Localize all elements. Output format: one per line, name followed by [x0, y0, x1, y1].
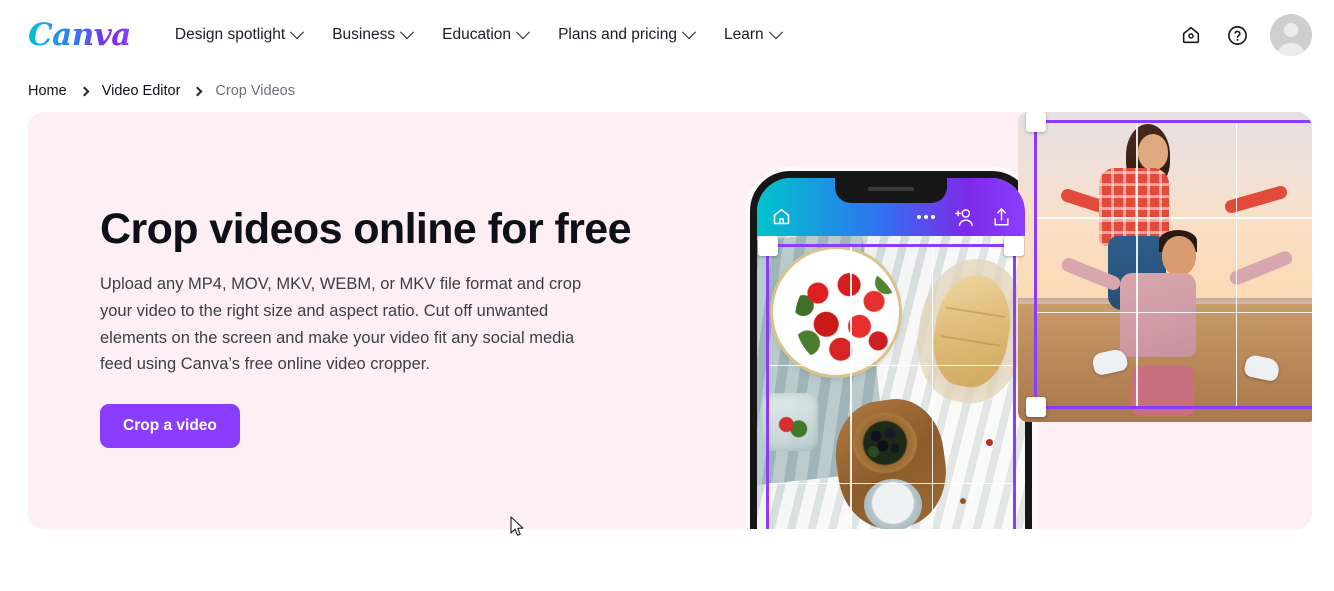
nav-item-learn[interactable]: Learn [723, 25, 783, 44]
share-upload-icon[interactable] [992, 207, 1011, 227]
nav-item-business[interactable]: Business [332, 25, 415, 44]
food-photo-white-bowl [864, 478, 923, 529]
home-button[interactable] [1178, 22, 1204, 48]
beach-photo-man-pants [1132, 366, 1194, 417]
hero-description: Upload any MP4, MOV, MKV, WEBM, or MKV f… [100, 275, 582, 374]
avatar[interactable] [1270, 14, 1312, 56]
nav-label: Education [442, 26, 512, 43]
phone-notch [835, 178, 947, 203]
site-header: Canva Design spotlight Business Educatio… [0, 0, 1334, 70]
phone-mockup [750, 171, 1032, 529]
nav-label: Design spotlight [174, 26, 286, 43]
nav-item-design-spotlight[interactable]: Design spotlight [174, 25, 305, 44]
beach-photo-woman-shirt [1099, 167, 1169, 246]
more-dots-icon[interactable] [916, 214, 936, 220]
chevron-right-icon [79, 86, 90, 96]
home-icon[interactable] [771, 206, 792, 227]
beach-photo-man-head [1162, 236, 1196, 276]
main-nav: Design spotlight Business Education Plan… [174, 25, 783, 44]
nav-label: Learn [723, 26, 764, 43]
breadcrumb-item-home[interactable]: Home [28, 83, 67, 99]
chevron-down-icon [290, 25, 305, 40]
header-actions [1178, 14, 1312, 56]
beach-photo-man-shirt [1120, 273, 1196, 358]
nav-item-education[interactable]: Education [442, 25, 531, 44]
nav-label: Business [332, 26, 396, 43]
hero-section: Crop videos online for free Upload any M… [28, 112, 1312, 529]
chevron-right-icon [192, 86, 203, 96]
chevron-down-icon [400, 25, 415, 40]
nav-label: Plans and pricing [558, 26, 677, 43]
phone-toolbar-actions [916, 207, 1011, 227]
hero-text-block: Crop videos online for free Upload any M… [100, 205, 640, 449]
canva-logo[interactable]: Canva [28, 17, 131, 53]
breadcrumb: Home Video Editor Crop Videos [0, 70, 1334, 112]
add-collaborator-icon[interactable] [953, 208, 975, 227]
breadcrumb-item-video-editor[interactable]: Video Editor [102, 83, 181, 99]
nav-item-plans-and-pricing[interactable]: Plans and pricing [558, 25, 697, 44]
phone-video-preview [757, 236, 1025, 529]
beach-photo-card [1018, 112, 1312, 422]
help-button[interactable] [1224, 22, 1250, 48]
avatar-silhouette-icon [1270, 14, 1312, 56]
chevron-down-icon [768, 25, 783, 40]
food-photo-strawberries [794, 265, 899, 370]
page-title: Crop videos online for free [100, 205, 632, 253]
home-icon [1182, 26, 1200, 44]
phone-screen [757, 178, 1025, 529]
crop-a-video-button[interactable]: Crop a video [100, 404, 240, 449]
breadcrumb-item-crop-videos: Crop Videos [215, 83, 295, 99]
food-photo-jar [762, 393, 819, 452]
help-question-icon [1227, 25, 1247, 45]
chevron-down-icon [681, 25, 697, 40]
beach-photo-woman-head [1138, 133, 1168, 170]
chevron-down-icon [515, 25, 531, 40]
